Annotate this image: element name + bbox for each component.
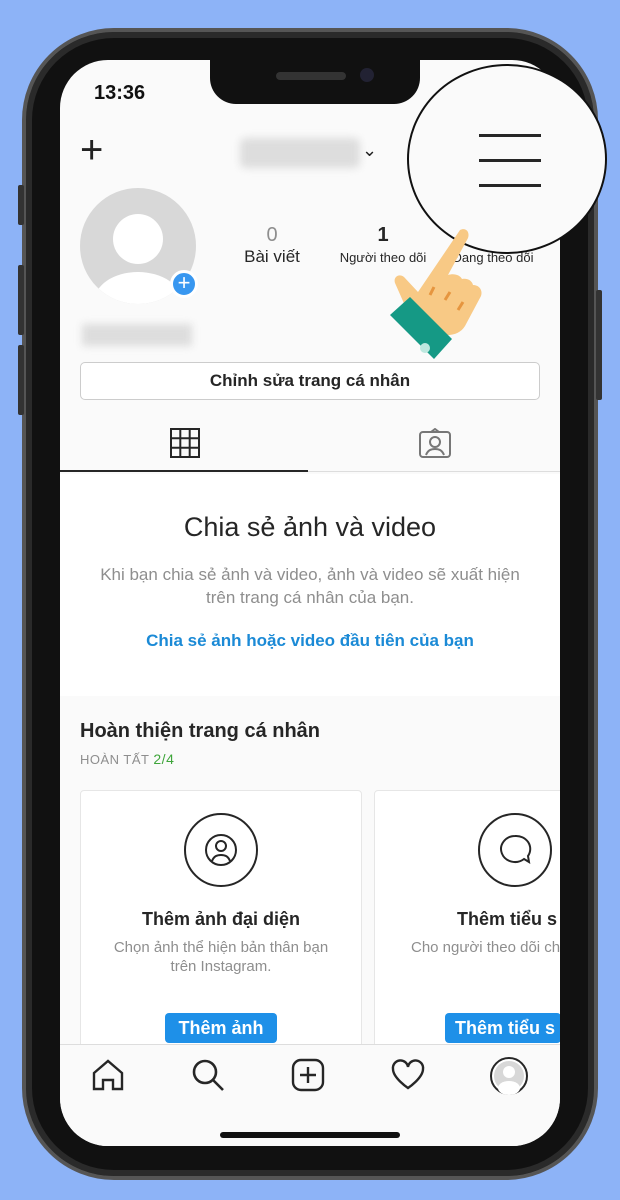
speech-bubble-icon — [500, 834, 532, 864]
home-icon[interactable] — [90, 1057, 126, 1093]
plus-icon[interactable]: + — [80, 130, 103, 170]
add-bio-button[interactable]: Thêm tiểu s — [445, 1013, 560, 1043]
add-post-icon[interactable] — [290, 1057, 326, 1093]
complete-profile-section: Hoàn thiện trang cá nhân HOÀN TẤT 2/4 — [80, 720, 320, 767]
user-circle-icon — [205, 834, 237, 866]
profile-avatar-icon[interactable] — [490, 1057, 528, 1095]
status-time: 13:36 — [94, 82, 146, 104]
username-blurred[interactable] — [240, 138, 360, 168]
phone-button — [596, 290, 602, 400]
name-blurred — [82, 324, 192, 346]
phone-button — [18, 185, 24, 225]
edit-profile-button[interactable]: Chỉnh sửa trang cá nhân — [80, 362, 540, 400]
grid-icon — [170, 428, 200, 458]
bottom-nav — [60, 1044, 560, 1146]
stat-posts[interactable]: 0 Bài viết — [236, 224, 308, 267]
tab-grid[interactable] — [60, 428, 310, 463]
search-icon[interactable] — [190, 1057, 226, 1093]
section-title: Hoàn thiện trang cá nhân — [80, 720, 321, 742]
active-tab-indicator — [60, 470, 308, 472]
add-photo-button[interactable]: Thêm ảnh — [165, 1013, 277, 1043]
tagged-person-icon — [419, 427, 451, 458]
profile-tabs — [60, 416, 560, 472]
hamburger-menu-icon — [479, 134, 541, 137]
empty-posts: Chia sẻ ảnh và video Khi bạn chia sẻ ảnh… — [60, 474, 560, 696]
empty-desc: Khi bạn chia sẻ ảnh và video, ảnh và vid… — [100, 565, 520, 607]
chevron-down-icon[interactable]: ⌄ — [362, 140, 377, 161]
heart-icon[interactable] — [390, 1057, 426, 1093]
phone-button — [18, 265, 24, 335]
progress-value: 2/4 — [153, 751, 175, 767]
share-first-post-link[interactable]: Chia sẻ ảnh hoặc video đầu tiên của bạn — [60, 631, 560, 651]
tab-tagged[interactable] — [310, 427, 560, 463]
notch — [210, 60, 420, 104]
empty-title: Chia sẻ ảnh và video — [183, 512, 437, 542]
pointing-hand-icon — [390, 229, 482, 359]
home-indicator — [220, 1132, 400, 1138]
add-photo-icon[interactable]: + — [170, 270, 198, 298]
phone-button — [18, 345, 24, 415]
progress-label: HOÀN TẤT — [80, 752, 150, 767]
